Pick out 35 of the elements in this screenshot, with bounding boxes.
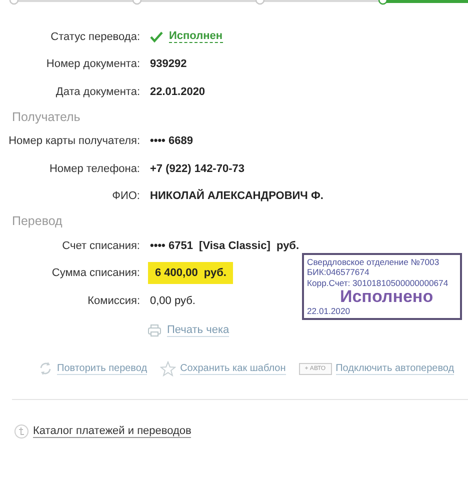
field-value: 939292 [150,58,187,70]
field-label: Номер телефона: [48,162,141,175]
amount-value: 6 400,00 руб. [148,262,234,284]
status-link[interactable]: Исполнен [169,30,223,44]
field-value: •••• 6689 [150,135,193,148]
field-label: ФИО: [111,190,141,202]
stamp-date: 22.01.2020 [307,306,350,316]
action-link[interactable]: Сохранить как шаблон [180,362,286,374]
stamp-text: Свердловское отделение №7003 [307,257,440,268]
printer-icon [148,324,161,336]
section-heading: Получатель [11,108,82,126]
refresh-icon [38,361,53,376]
check-icon [150,30,163,43]
section-heading: Перевод [11,213,64,230]
field-label: Комиссия: [86,294,141,307]
field-label: Дата документа: [54,86,141,98]
print-link[interactable]: Печать чека [167,324,230,336]
field-label: Статус перевода: [50,30,141,43]
action-link[interactable]: Подключить автоперевод [336,362,454,374]
field-value: 0,00 руб. [150,294,196,307]
field-value: 22.01.2020 [150,86,206,98]
stamp-text: Корр.Счет: 30101810500000000674 [307,278,450,288]
step-marker [378,0,388,5]
catalog-link[interactable]: Каталог платежей и переводов [33,424,192,438]
field-label: Сумма списания: [50,267,141,280]
field-value: •••• 6751 [Visa Classic] руб. [150,240,300,252]
field-label: Счет списания: [61,240,141,252]
field-value: +7 (922) 142-70-73 [150,162,244,175]
star-icon [160,360,176,376]
field-value: НИКОЛАЙ АЛЕКСАНДРОВИЧ Ф. [150,190,324,202]
field-label: Номер карты получателя: [8,135,141,148]
stamp-status: Исполнено [340,289,434,305]
stamp-text: БИК:046577674 [307,267,370,278]
field-label: Номер документа: [45,58,141,70]
action-link[interactable]: Повторить перевод [57,362,148,374]
